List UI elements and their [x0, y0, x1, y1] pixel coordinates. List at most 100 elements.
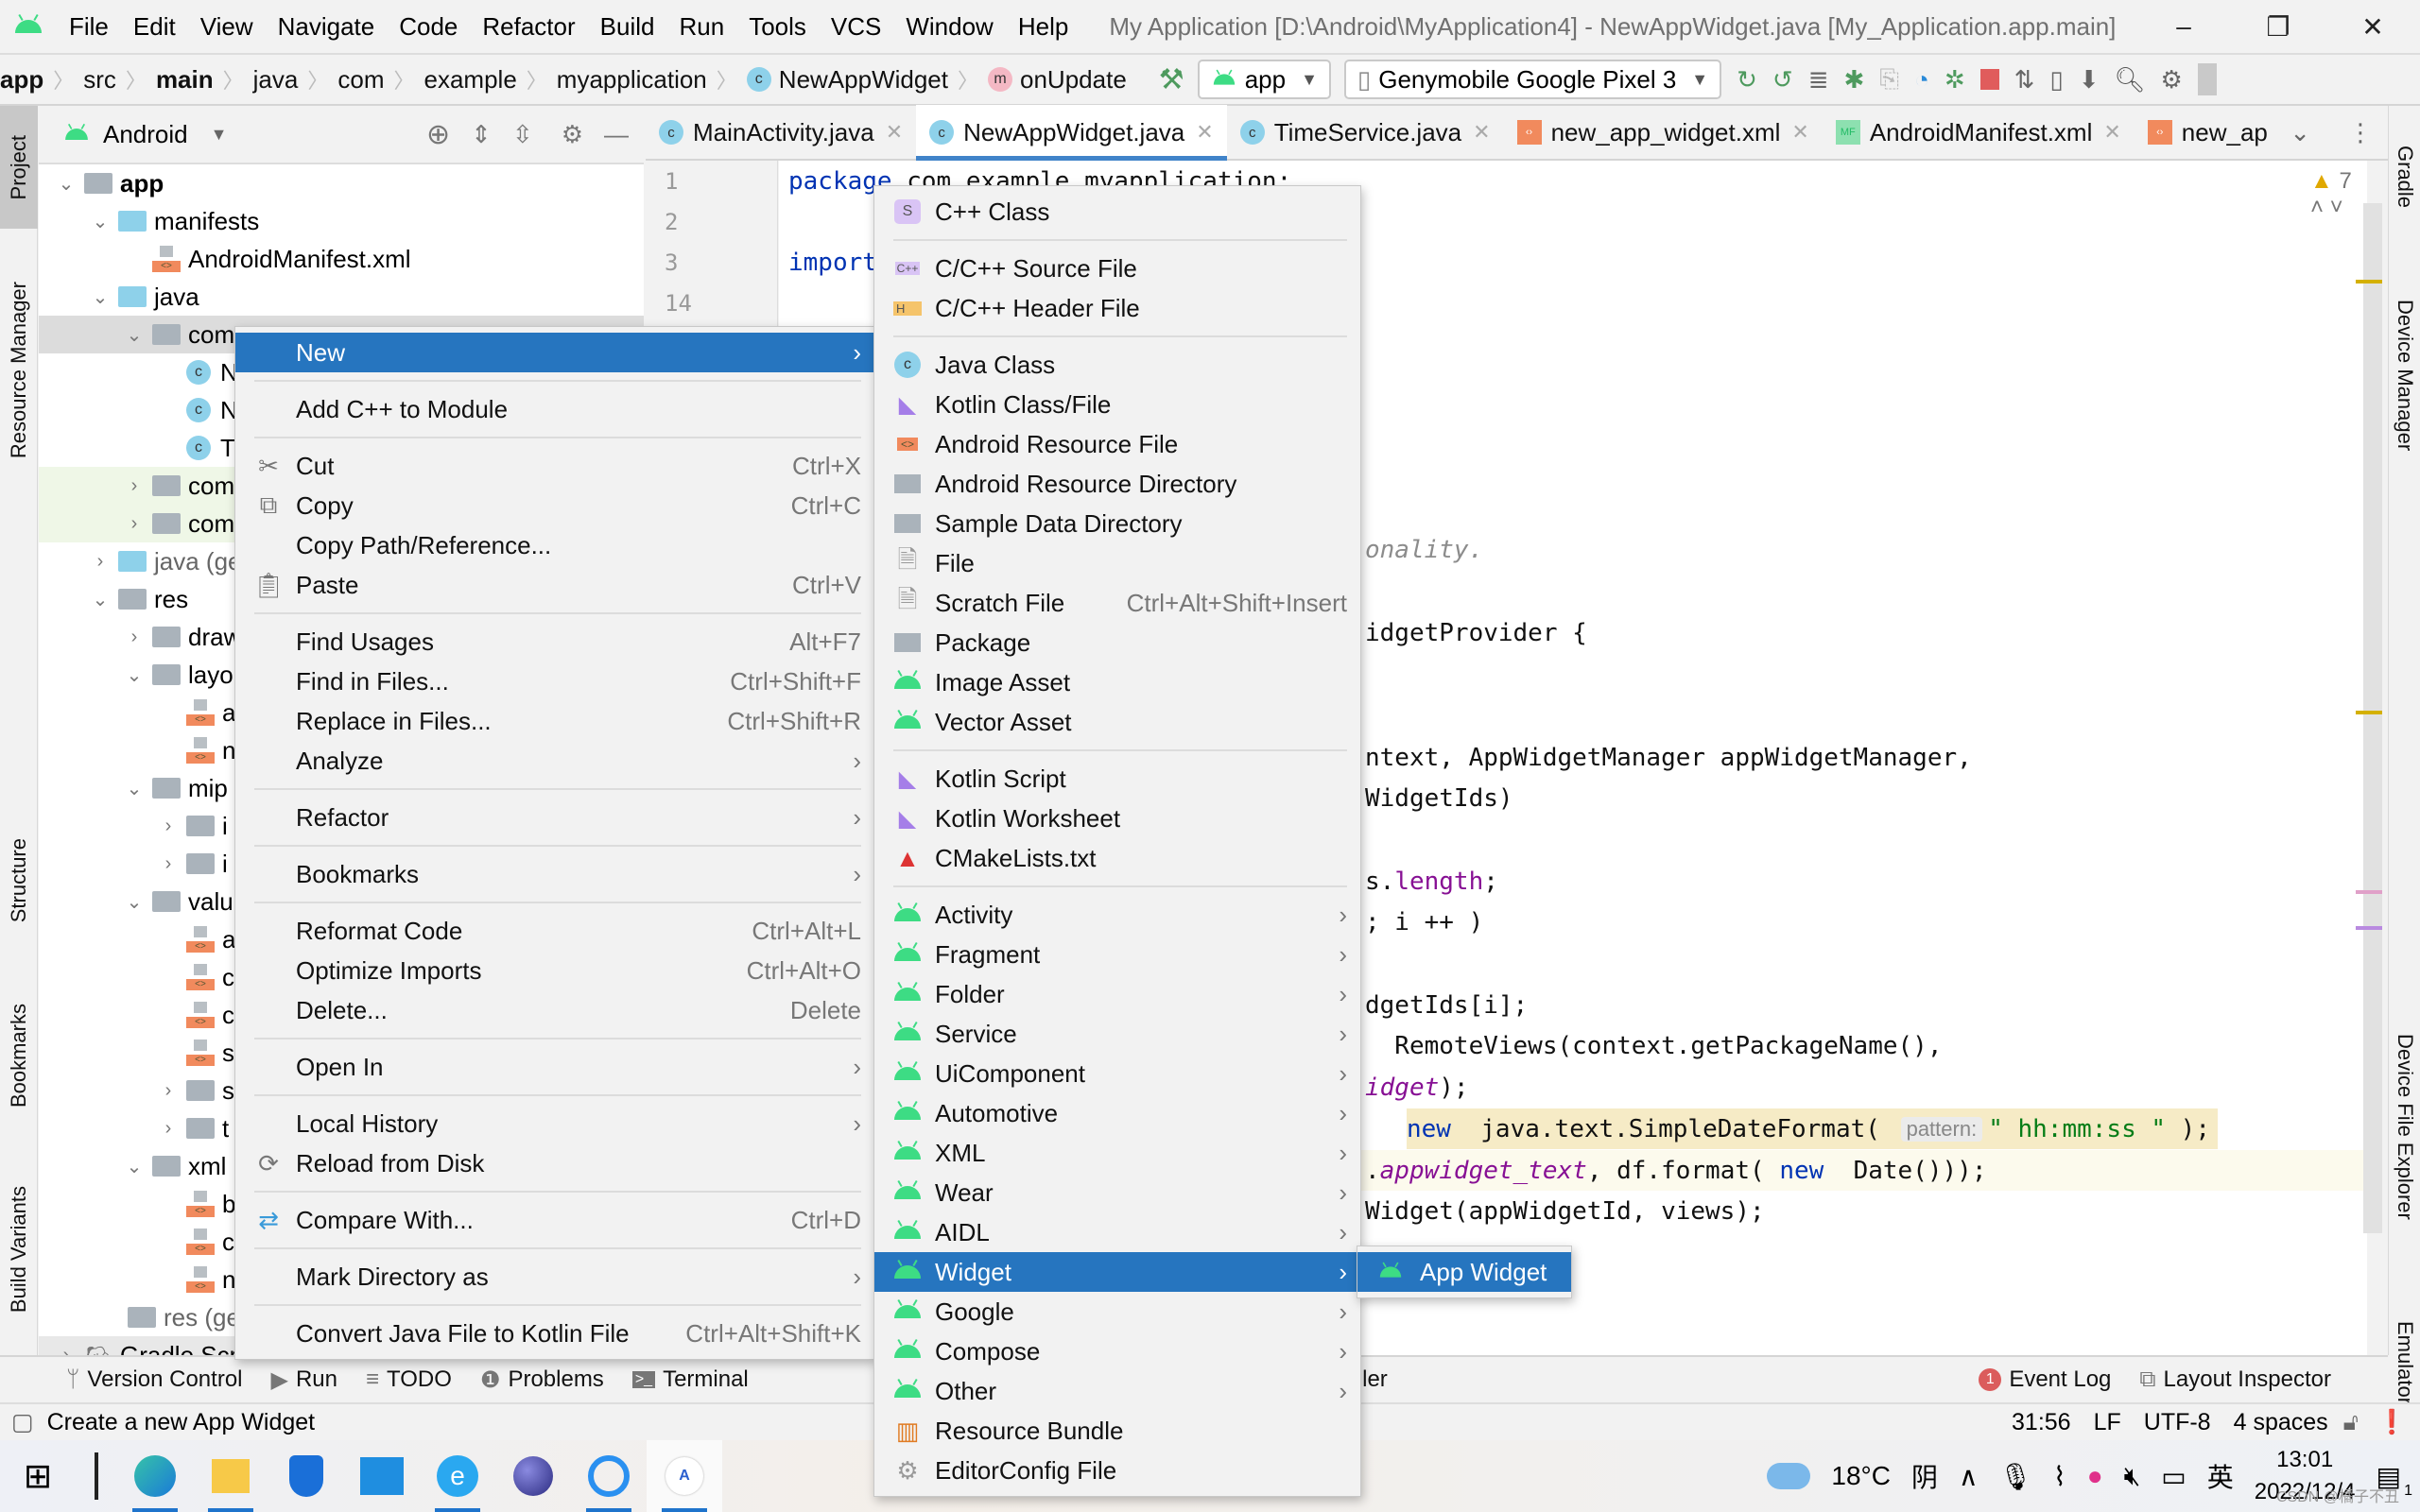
- menu-item-scratch-file[interactable]: 🗎 Scratch File Ctrl+Alt+Shift+Insert: [874, 583, 1360, 623]
- breadcrumb-src[interactable]: src: [83, 65, 116, 94]
- user-icon[interactable]: [2197, 63, 2217, 95]
- close-icon[interactable]: ✕: [1473, 120, 1490, 145]
- menu-item-cut[interactable]: ✂ Cut Ctrl+X: [235, 446, 874, 486]
- taskbar-app[interactable]: [571, 1440, 647, 1512]
- tool-run[interactable]: ▶ Run: [271, 1366, 338, 1394]
- taskbar-mail[interactable]: [344, 1440, 420, 1512]
- tool-tab-structure[interactable]: Structure: [0, 805, 38, 956]
- tree-item[interactable]: ⌄ manifests: [39, 202, 644, 240]
- breadcrumb-myapplication[interactable]: myapplication: [557, 65, 707, 94]
- close-icon[interactable]: ✕: [886, 120, 903, 145]
- marker[interactable]: [2356, 926, 2382, 930]
- sdk-manager-icon[interactable]: ⬇: [2079, 65, 2100, 94]
- menu-refactor[interactable]: Refactor: [470, 12, 587, 42]
- tab-mainactivity[interactable]: c MainActivity.java ✕: [646, 105, 916, 160]
- menu-item-image-asset[interactable]: Image Asset: [874, 662, 1360, 702]
- taskbar-explorer[interactable]: [193, 1440, 268, 1512]
- menu-item-find-in-files[interactable]: Find in Files... Ctrl+Shift+F: [235, 662, 874, 701]
- close-icon[interactable]: ✕: [1791, 120, 1808, 145]
- menu-item-compose[interactable]: Compose ›: [874, 1332, 1360, 1371]
- menu-item-folder[interactable]: Folder ›: [874, 974, 1360, 1014]
- taskbar-edge[interactable]: [117, 1440, 193, 1512]
- menu-vcs[interactable]: VCS: [819, 12, 893, 42]
- tab-new-app-widget-xml[interactable]: ‹› new_app_widget.xml ✕: [1504, 105, 1823, 160]
- menu-item-local-history[interactable]: Local History ›: [235, 1104, 874, 1143]
- stop-icon[interactable]: [1979, 69, 1999, 90]
- taskbar-app[interactable]: e: [420, 1440, 495, 1512]
- menu-item-open-in[interactable]: Open In ›: [235, 1047, 874, 1087]
- tree-item[interactable]: ⌄ java: [39, 278, 644, 316]
- profile-icon[interactable]: ◔: [1914, 65, 1929, 94]
- menu-run[interactable]: Run: [666, 12, 736, 42]
- hide-icon[interactable]: —: [604, 120, 629, 149]
- tool-problems[interactable]: ❶ Problems: [480, 1366, 604, 1394]
- attach-debugger-icon[interactable]: ⎘: [1879, 64, 1899, 94]
- breadcrumb-class[interactable]: NewAppWidget: [779, 65, 948, 94]
- tool-tab-device-file-explorer[interactable]: Device File Explorer: [2389, 975, 2420, 1278]
- menu-item-replace-in-files[interactable]: Replace in Files... Ctrl+Shift+R: [235, 701, 874, 741]
- warning-marker[interactable]: [2356, 280, 2382, 284]
- wifi-icon[interactable]: ⌇: [2053, 1461, 2066, 1492]
- menu-item-package[interactable]: Package: [874, 623, 1360, 662]
- build-hammer-icon[interactable]: ⚒: [1159, 63, 1184, 96]
- menu-item-kotlin-worksheet[interactable]: ◣ Kotlin Worksheet: [874, 799, 1360, 838]
- gear-icon[interactable]: ⚙: [2161, 65, 2183, 94]
- weather-temp[interactable]: 18°C: [1831, 1461, 1891, 1491]
- lock-icon[interactable]: 🔓︎: [2343, 1409, 2359, 1436]
- menu-item-c-c-header-file[interactable]: H C/C++ Header File: [874, 288, 1360, 328]
- menu-item-reformat-code[interactable]: Reformat Code Ctrl+Alt+L: [235, 911, 874, 951]
- menu-item-android-resource-directory[interactable]: Android Resource Directory: [874, 464, 1360, 504]
- taskbar-app[interactable]: [268, 1440, 344, 1512]
- tool-tab-bookmarks[interactable]: Bookmarks: [0, 975, 38, 1136]
- menu-item-optimize-imports[interactable]: Optimize Imports Ctrl+Alt+O: [235, 951, 874, 990]
- menu-item-file[interactable]: 🗎 File: [874, 543, 1360, 583]
- menu-item-service[interactable]: Service ›: [874, 1014, 1360, 1054]
- marker[interactable]: [2356, 890, 2382, 894]
- tab-list-chevron-icon[interactable]: ⌄: [2290, 118, 2310, 147]
- sync-gradle-icon[interactable]: ⇅: [2014, 65, 2035, 94]
- menu-navigate[interactable]: Navigate: [266, 12, 388, 42]
- taskbar-android-studio[interactable]: A: [647, 1440, 722, 1512]
- line-separator[interactable]: LF: [2094, 1409, 2121, 1436]
- menu-item-convert-java-file-to-kotlin-file[interactable]: Convert Java File to Kotlin File Ctrl+Alt…: [235, 1314, 874, 1353]
- menu-item-editorconfig-file[interactable]: ⚙ EditorConfig File: [874, 1451, 1360, 1490]
- debug-icon[interactable]: ✱: [1844, 65, 1865, 94]
- caret-position[interactable]: 31:56: [2012, 1409, 2071, 1436]
- tree-item[interactable]: ⌄ app: [39, 164, 644, 202]
- menu-file[interactable]: File: [57, 12, 121, 42]
- menu-item-mark-directory-as[interactable]: Mark Directory as ›: [235, 1257, 874, 1297]
- start-button[interactable]: ⊞: [0, 1440, 76, 1512]
- menu-build[interactable]: Build: [588, 12, 667, 42]
- volume-muted-icon[interactable]: 🔇︎: [2124, 1461, 2141, 1492]
- apply-changes-icon[interactable]: ↺: [1772, 65, 1793, 94]
- tool-tab-build-variants[interactable]: Build Variants: [0, 1155, 38, 1344]
- menu-item-widget[interactable]: Widget ›: [874, 1252, 1360, 1292]
- expand-all-icon[interactable]: ⇕: [471, 120, 492, 149]
- tool-version-control[interactable]: ᛘ Version Control: [66, 1366, 243, 1393]
- menu-tools[interactable]: Tools: [736, 12, 819, 42]
- menu-help[interactable]: Help: [1006, 12, 1080, 42]
- ime-indicator[interactable]: 英: [2207, 1457, 2234, 1495]
- tool-tab-device-manager[interactable]: Device Manager: [2389, 266, 2420, 484]
- menu-item-resource-bundle[interactable]: ▥ Resource Bundle: [874, 1411, 1360, 1451]
- restore-button[interactable]: ❐: [2231, 0, 2325, 53]
- gear-icon[interactable]: ⚙: [562, 120, 583, 149]
- notification-icon[interactable]: ❗: [2377, 1409, 2407, 1436]
- menu-item-kotlin-class-file[interactable]: ◣ Kotlin Class/File: [874, 385, 1360, 424]
- close-icon[interactable]: ✕: [2103, 120, 2120, 145]
- breadcrumb-com[interactable]: com: [337, 65, 384, 94]
- breadcrumb-example[interactable]: example: [424, 65, 517, 94]
- search-icon[interactable]: 🔍︎: [2115, 65, 2146, 94]
- tab-timeservice[interactable]: c TimeService.java ✕: [1227, 105, 1504, 160]
- menu-item-xml[interactable]: XML ›: [874, 1133, 1360, 1173]
- menu-code[interactable]: Code: [387, 12, 470, 42]
- status-toggle-icon[interactable]: ▢: [11, 1408, 34, 1436]
- more-options-icon[interactable]: ⋮: [2348, 118, 2373, 147]
- close-icon[interactable]: ✕: [1196, 120, 1213, 145]
- menu-item-compare-with[interactable]: ⇄ Compare With... Ctrl+D: [235, 1200, 874, 1240]
- tool-layout-inspector[interactable]: ⧉ Layout Inspector: [2139, 1366, 2331, 1393]
- tool-event-log[interactable]: 1 Event Log: [1979, 1366, 2111, 1393]
- menu-item-copy-path-reference[interactable]: Copy Path/Reference...: [235, 525, 874, 565]
- device-manager-icon[interactable]: ▯: [2049, 65, 2063, 94]
- breadcrumb-method[interactable]: onUpdate: [1020, 65, 1127, 94]
